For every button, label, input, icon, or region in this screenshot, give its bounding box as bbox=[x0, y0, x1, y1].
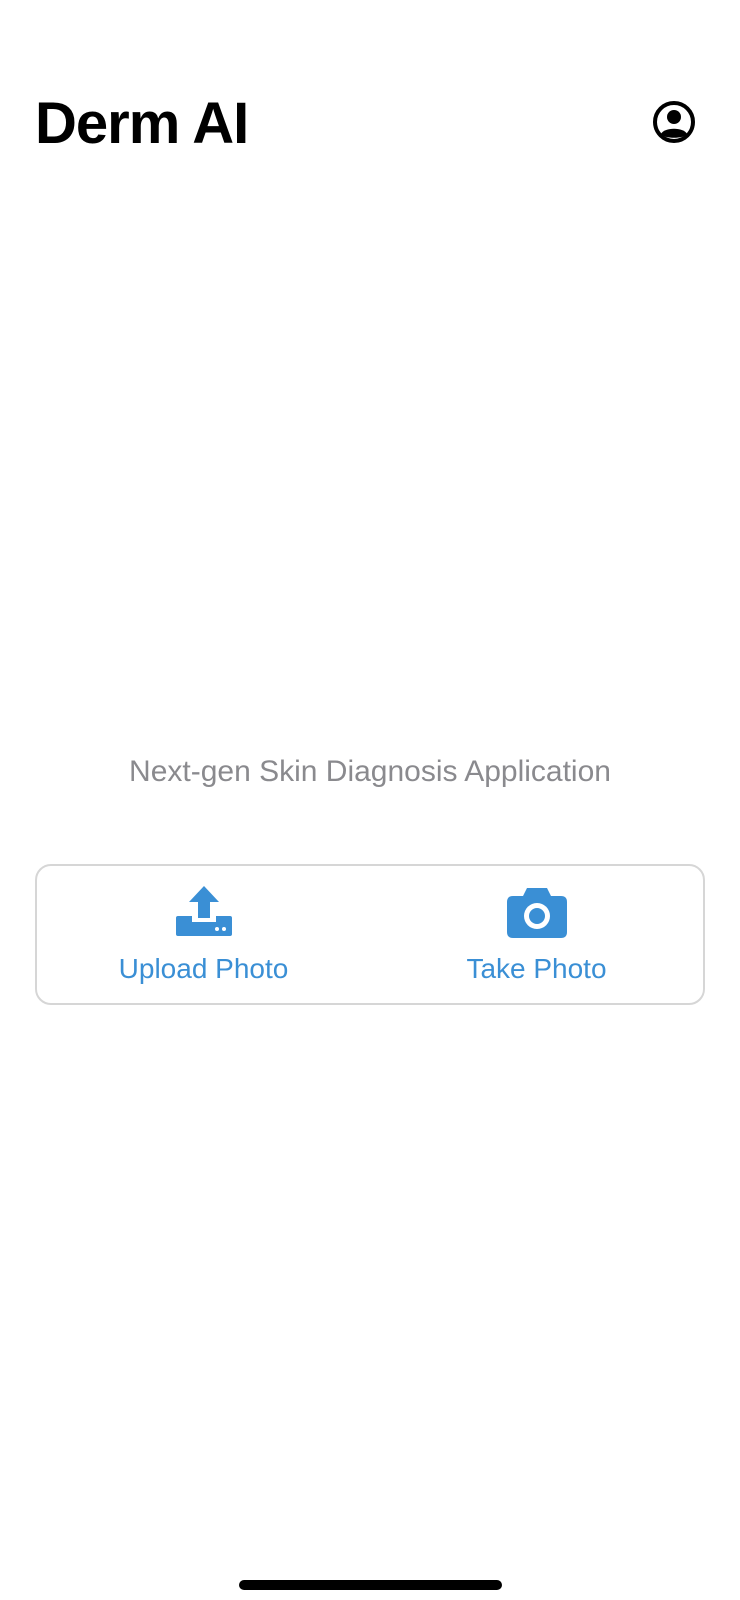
tagline: Next-gen Skin Diagnosis Application bbox=[129, 755, 611, 788]
user-circle-icon bbox=[653, 101, 695, 143]
app-header: Derm AI bbox=[0, 0, 740, 200]
upload-photo-button[interactable]: Upload Photo bbox=[37, 866, 370, 1003]
upload-icon bbox=[172, 884, 236, 940]
upload-photo-label: Upload Photo bbox=[118, 953, 289, 984]
take-photo-label: Take Photo bbox=[466, 953, 607, 984]
photo-actions-card: Upload Photo Take Photo bbox=[35, 864, 705, 1005]
profile-button[interactable] bbox=[652, 100, 696, 144]
home-indicator[interactable] bbox=[239, 1580, 502, 1590]
camera-icon bbox=[505, 884, 569, 940]
take-photo-button[interactable]: Take Photo bbox=[370, 866, 703, 1003]
app-title: Derm AI bbox=[35, 91, 249, 156]
